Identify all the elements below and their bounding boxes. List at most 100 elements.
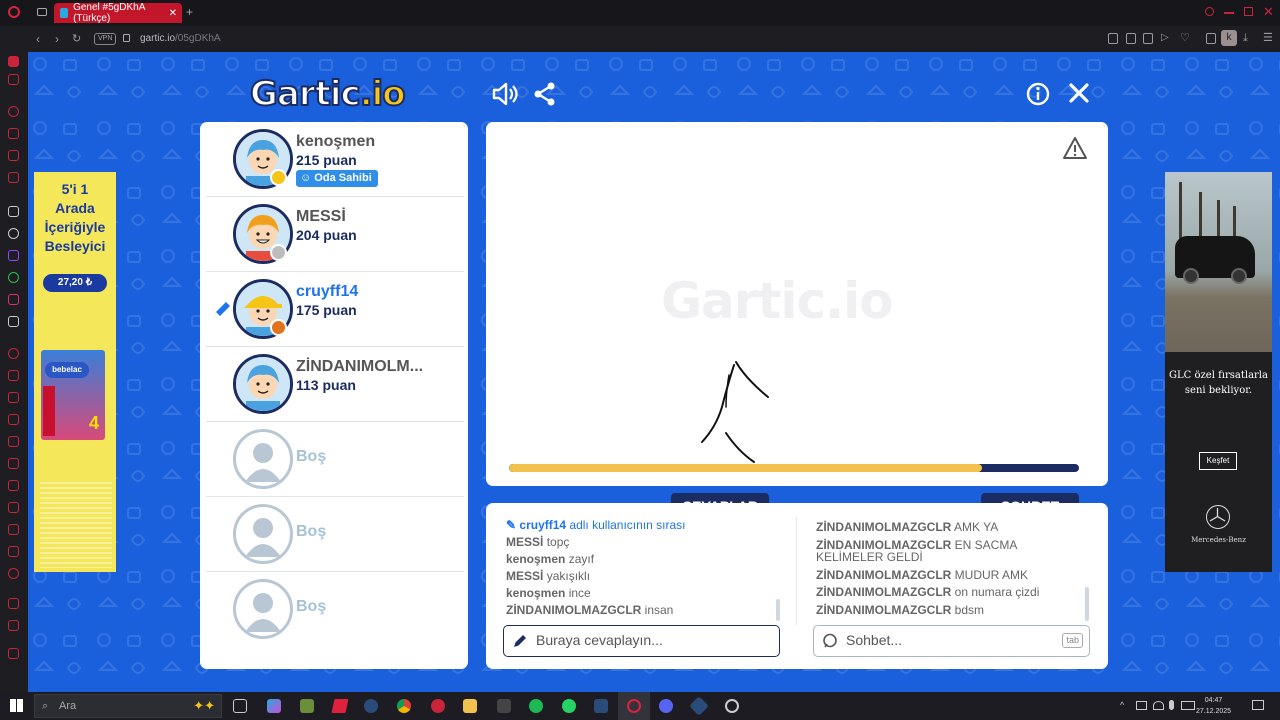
more-sidebar-icon[interactable] xyxy=(8,568,19,579)
chat-input[interactable]: Sohbet... tab xyxy=(813,625,1090,657)
player-sidebar-icon[interactable] xyxy=(8,348,19,359)
mail-icon[interactable] xyxy=(8,172,19,183)
bookmarks-icon[interactable] xyxy=(8,546,19,557)
browser-tab[interactable]: Genel #5gDKhA (Türkçe) ✕ xyxy=(54,2,182,24)
app-grey-icon[interactable] xyxy=(497,699,511,713)
twitch-icon[interactable] xyxy=(8,128,19,139)
steam-icon[interactable] xyxy=(364,699,378,713)
gx-icon[interactable] xyxy=(8,524,19,535)
lock-icon[interactable] xyxy=(123,34,130,42)
minimize-icon[interactable] xyxy=(1224,12,1234,14)
system-clock[interactable]: 04:47 27.12.2025 xyxy=(1196,695,1231,717)
tray-chevron-icon[interactable]: ^ xyxy=(1120,700,1124,710)
ad-fine-print xyxy=(40,482,112,568)
tray-display-icon[interactable] xyxy=(1136,701,1147,710)
history-icon[interactable] xyxy=(8,458,19,469)
app-diamond-icon[interactable] xyxy=(689,696,709,716)
news-icon[interactable] xyxy=(8,150,19,161)
whatsapp-icon[interactable] xyxy=(8,272,19,283)
close-icon[interactable] xyxy=(1068,82,1090,104)
answers-list: ✎ cruyff14 adlı kullanıcının sırası MESS… xyxy=(506,517,786,619)
left-advertisement[interactable]: 5'i 1 Arada İçeriğiyle Besleyici 27,20 ₺… xyxy=(34,172,116,572)
clock-icon[interactable] xyxy=(8,392,19,403)
info-icon[interactable] xyxy=(1026,82,1050,106)
file-explorer-icon[interactable] xyxy=(463,699,477,713)
download-icon[interactable]: ⤓ xyxy=(1243,32,1248,45)
app-circle-icon[interactable] xyxy=(431,699,445,713)
keyboard-icon[interactable] xyxy=(1181,701,1195,710)
home-icon[interactable] xyxy=(8,56,19,67)
notification-icon[interactable] xyxy=(1252,700,1264,710)
opera-logo-icon[interactable] xyxy=(8,6,20,18)
report-warning-icon[interactable] xyxy=(1062,136,1088,160)
heart-icon[interactable]: ♡ xyxy=(1180,31,1190,44)
chatgpt-icon[interactable] xyxy=(8,228,19,239)
x-icon[interactable] xyxy=(8,316,19,327)
app-red-icon[interactable] xyxy=(331,699,349,713)
extensions-icon[interactable] xyxy=(1206,33,1216,44)
minecraft-icon[interactable] xyxy=(300,699,314,713)
system-pencil-icon: ✎ xyxy=(506,518,520,532)
maximize-icon[interactable] xyxy=(1244,7,1253,16)
apps-icon[interactable] xyxy=(8,414,19,425)
chat-bubble-icon xyxy=(823,633,837,648)
speaker-icon[interactable] xyxy=(491,82,519,106)
settings-icon[interactable] xyxy=(8,502,19,513)
mods-icon[interactable] xyxy=(8,598,19,609)
wallet-icon[interactable] xyxy=(1143,33,1153,44)
copilot-icon[interactable] xyxy=(267,699,281,713)
player-row[interactable]: kenoşmen 215 puan ☺ Oda Sahibi xyxy=(206,122,464,197)
discord-icon[interactable] xyxy=(659,699,673,713)
heart-sidebar-icon[interactable] xyxy=(8,436,19,447)
tab-menu-icon[interactable] xyxy=(37,8,47,16)
player-row[interactable]: MESSİ 204 puan xyxy=(206,197,464,272)
url-field[interactable]: gartic.io/05gDKhA xyxy=(140,33,221,44)
new-tab-icon[interactable]: + xyxy=(186,5,193,19)
chrome-icon[interactable] xyxy=(397,699,411,713)
app-round-icon[interactable] xyxy=(725,699,739,713)
answers-scrollbar[interactable] xyxy=(776,599,780,621)
twitch-sidebar-icon[interactable] xyxy=(8,250,19,261)
ai-icon[interactable] xyxy=(8,206,19,217)
player-row[interactable]: cruyff14 175 puan xyxy=(206,272,464,347)
windows-start-icon[interactable] xyxy=(10,699,23,712)
vpn-badge[interactable]: VPN xyxy=(94,33,117,45)
gartic-logo[interactable]: Gartic.io xyxy=(249,73,407,115)
wifi-icon[interactable] xyxy=(1153,701,1164,710)
sidebar-more-icon[interactable] xyxy=(8,648,19,659)
search-tabs-icon[interactable] xyxy=(1205,7,1214,16)
player-icon[interactable]: ▷ xyxy=(1161,32,1169,43)
gx-corner-icon[interactable] xyxy=(8,620,19,631)
right-advertisement[interactable]: GLC özel fırsatlarla seni bekliyor. Keşf… xyxy=(1165,172,1272,572)
forward-icon[interactable]: › xyxy=(55,32,59,46)
pip-icon[interactable] xyxy=(1126,33,1136,44)
chat-user: ZİNDANIMOLMAZGCLR xyxy=(816,602,952,617)
drawing-canvas[interactable]: Gartic.io xyxy=(486,122,1108,486)
reload-icon[interactable]: ↻ xyxy=(72,32,81,45)
window-close-icon[interactable]: ✕ xyxy=(1263,4,1274,20)
opera-gx-icon[interactable] xyxy=(627,699,641,713)
messenger-icon[interactable] xyxy=(8,106,19,117)
chat-scrollbar[interactable] xyxy=(1085,587,1089,621)
share-icon[interactable] xyxy=(533,82,557,106)
whatsapp-taskbar-icon[interactable] xyxy=(562,699,576,713)
answer-input[interactable]: Buraya cevaplayın... xyxy=(503,625,780,657)
ad-cta-button[interactable]: Keşfet xyxy=(1199,452,1237,470)
spotify-icon[interactable] xyxy=(529,699,543,713)
mic-icon[interactable] xyxy=(1169,700,1174,710)
tab-close-icon[interactable]: ✕ xyxy=(169,8,177,19)
gaming-icon[interactable] xyxy=(8,74,19,85)
steam-taskbar-icon[interactable] xyxy=(594,699,608,713)
task-view-icon[interactable] xyxy=(233,699,247,713)
taskbar-search[interactable]: ⌕ Ara ✦✦ xyxy=(34,694,222,718)
answer-line: kenoşmen ince xyxy=(506,585,786,602)
back-icon[interactable]: ‹ xyxy=(36,32,40,46)
send-icon[interactable] xyxy=(8,370,19,381)
instagram-icon[interactable] xyxy=(8,294,19,305)
snapshot-icon[interactable] xyxy=(1108,33,1118,44)
menu-icon[interactable]: ☰ xyxy=(1263,31,1273,44)
chat-placeholder: Sohbet... xyxy=(846,632,903,648)
downloads-sidebar-icon[interactable] xyxy=(8,480,19,491)
profile-avatar[interactable]: k xyxy=(1221,30,1237,46)
player-row[interactable]: ZİNDANIMOLM... 113 puan xyxy=(206,347,464,422)
